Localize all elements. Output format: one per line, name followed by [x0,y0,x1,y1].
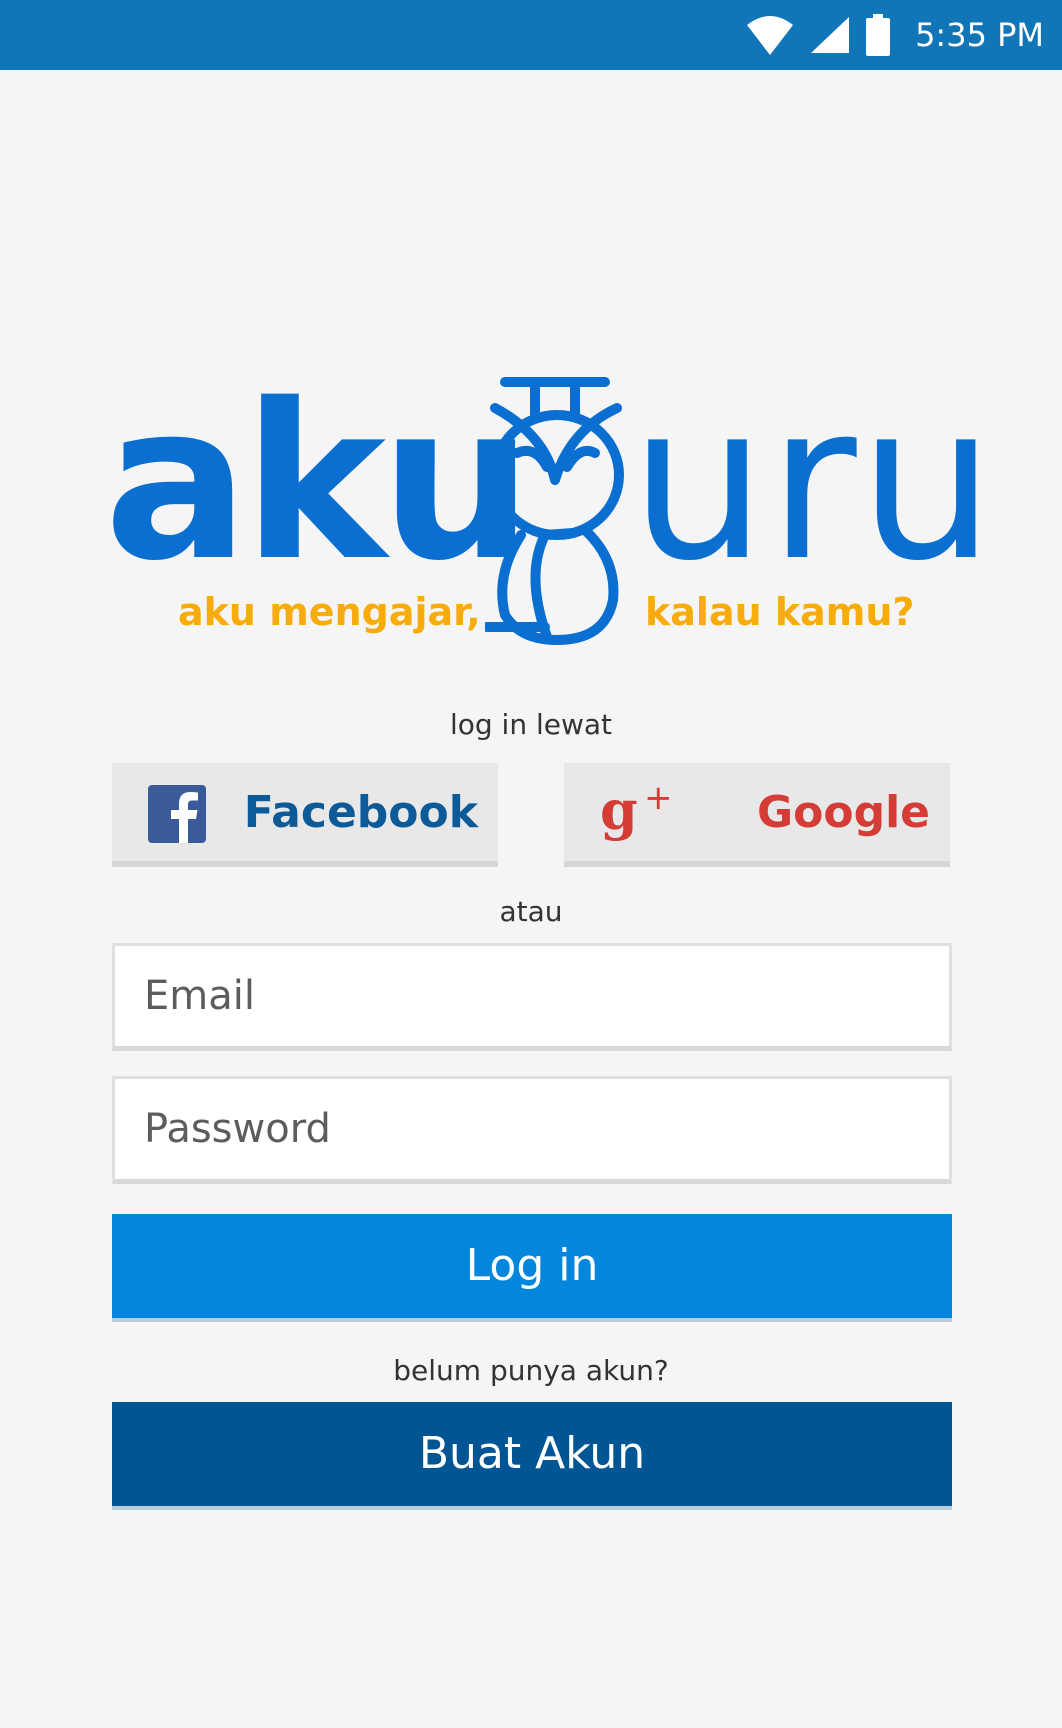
login-button[interactable]: Log in [112,1214,952,1322]
google-plus-icon: g + [600,778,676,849]
cellular-signal-icon [809,15,851,55]
status-time: 5:35 PM [915,16,1044,54]
logo-text-left: aku [104,357,533,608]
svg-text:g: g [600,783,638,842]
battery-icon [865,14,891,56]
google-login-button[interactable]: g + Google [564,763,950,867]
logo-text-right: uru [630,357,997,608]
create-account-button[interactable]: Buat Akun [112,1402,952,1510]
google-label: Google [757,787,930,838]
svg-text:+: + [644,783,673,818]
facebook-login-button[interactable]: Facebook [112,763,498,867]
email-input[interactable] [115,946,949,1046]
tagline-right: kalau kamu? [645,590,915,634]
facebook-icon [148,785,206,847]
email-field[interactable] [112,943,952,1051]
status-bar: 5:35 PM [0,0,1062,70]
login-via-label: log in lewat [449,708,613,741]
password-input[interactable] [115,1079,949,1179]
or-label: atau [499,895,563,928]
status-icons: 5:35 PM [745,0,1044,70]
no-account-label: belum punya akun? [393,1354,669,1387]
app-logo: aku uru aku mengajar, kalau kamu? [104,375,995,645]
password-field[interactable] [112,1076,952,1184]
tagline-left: aku mengajar, [178,590,481,634]
facebook-label: Facebook [243,787,478,838]
owl-graduate-logo-icon [485,377,624,645]
wifi-icon [745,15,795,55]
